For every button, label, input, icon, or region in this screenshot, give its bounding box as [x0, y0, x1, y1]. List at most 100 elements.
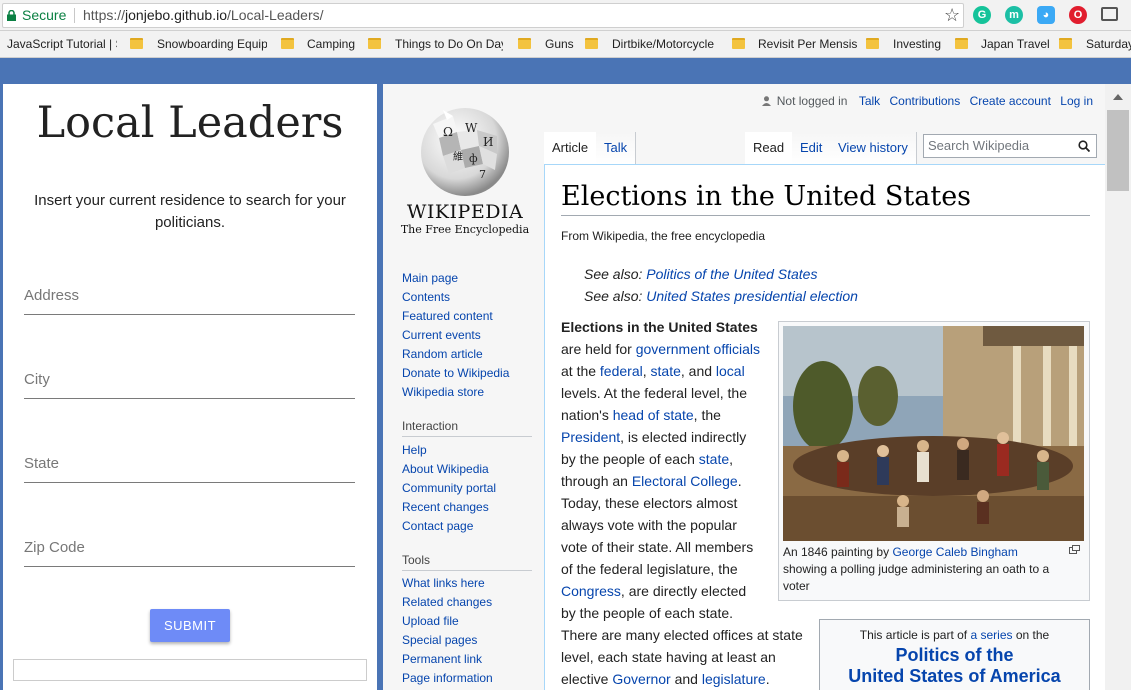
nav-wikipedia-store[interactable]: Wikipedia store: [402, 385, 484, 399]
svg-text:И: И: [483, 135, 493, 149]
grammarly-icon[interactable]: G: [973, 6, 991, 24]
wikipedia-frame: Ω W И ф 維 7 WIKIPEDIA The Free Encyclope…: [383, 84, 1131, 690]
address-bar[interactable]: Secure https://jonjebo.github.io/Local-L…: [2, 3, 964, 28]
scrollbar[interactable]: [1105, 84, 1131, 690]
create-account-link[interactable]: Create account: [970, 94, 1051, 108]
see-also-link[interactable]: United States presidential election: [646, 288, 858, 304]
nav-recent-changes[interactable]: Recent changes: [402, 500, 489, 514]
tools-related-changes[interactable]: Related changes: [402, 595, 492, 609]
city-field[interactable]: [24, 361, 355, 399]
link-congress[interactable]: Congress: [561, 583, 621, 599]
address-field[interactable]: [24, 277, 355, 315]
url-scheme: https://: [83, 7, 126, 23]
link-state[interactable]: state: [651, 363, 681, 379]
not-logged-in-label: Not logged in: [776, 94, 848, 108]
url-text[interactable]: https://jonjebo.github.io/Local-Leaders/: [83, 4, 324, 27]
nav-current-events[interactable]: Current events: [402, 328, 481, 342]
link-governor[interactable]: Governor: [612, 671, 670, 687]
nav-random-article[interactable]: Random article: [402, 347, 483, 361]
extension-ghost-icon[interactable]: ◕: [1037, 6, 1055, 24]
submit-button[interactable]: SUBMIT: [150, 609, 230, 642]
log-in-link[interactable]: Log in: [1060, 94, 1093, 108]
nav-featured-content[interactable]: Featured content: [402, 309, 493, 323]
opera-vpn-icon[interactable]: O: [1069, 6, 1087, 24]
search-input[interactable]: Search Wikipedia: [923, 134, 1097, 158]
results-box: [13, 659, 367, 681]
folder-icon: [130, 38, 143, 49]
nav-help[interactable]: Help: [402, 443, 427, 457]
bookmark-item[interactable]: Revisit Per Mensis: [758, 37, 857, 51]
scroll-up-icon[interactable]: [1113, 94, 1123, 100]
bookmark-star-icon[interactable]: ☆: [944, 4, 960, 27]
link-george-caleb-bingham[interactable]: George Caleb Bingham: [892, 545, 1017, 559]
nav-contact-page[interactable]: Contact page: [402, 519, 473, 533]
infobox-intro: This article is part of a series on the: [820, 628, 1089, 642]
extension-m-icon[interactable]: m: [1005, 6, 1023, 24]
link-politics-of-the[interactable]: Politics of the: [895, 645, 1013, 665]
link-local[interactable]: local: [716, 363, 745, 379]
svg-text:維: 維: [453, 150, 463, 163]
link-legislature[interactable]: legislature: [702, 671, 766, 687]
tab-view-history[interactable]: View history: [830, 132, 917, 164]
zip-code-field[interactable]: [24, 529, 355, 567]
tools-page-information[interactable]: Page information: [402, 671, 493, 685]
folder-icon: [1059, 38, 1072, 49]
browser-toolbar: Secure https://jonjebo.github.io/Local-L…: [0, 0, 1131, 31]
search-icon[interactable]: [1078, 140, 1090, 152]
nav-donate[interactable]: Donate to Wikipedia: [402, 366, 509, 380]
bookmark-item[interactable]: Things to Do On Day: [395, 37, 503, 51]
tab-read[interactable]: Read: [745, 132, 794, 164]
infobox-title[interactable]: Politics of the United States of America: [820, 645, 1089, 687]
scrollbar-thumb[interactable]: [1107, 110, 1129, 191]
nav-contents[interactable]: Contents: [402, 290, 450, 304]
see-also-link[interactable]: Politics of the United States: [646, 266, 817, 282]
state-field[interactable]: [24, 445, 355, 483]
link-a-series[interactable]: a series: [970, 628, 1012, 642]
local-leaders-panel: Local Leaders Insert your current reside…: [3, 84, 377, 690]
tools-what-links-here[interactable]: What links here: [402, 576, 485, 590]
interaction-heading: Interaction: [402, 419, 459, 433]
tab-talk[interactable]: Talk: [596, 132, 637, 164]
bookmark-item[interactable]: Japan Travel: [981, 37, 1050, 51]
link-federal[interactable]: federal: [600, 363, 643, 379]
bookmark-item[interactable]: Saturday: [1086, 37, 1131, 51]
nav-community-portal[interactable]: Community portal: [402, 481, 496, 495]
tab-article[interactable]: Article: [544, 132, 598, 164]
wikipedia-wordmark[interactable]: WIKIPEDIA: [383, 201, 547, 223]
folder-icon: [281, 38, 294, 49]
svg-text:7: 7: [479, 168, 486, 181]
link-government-officials[interactable]: government officials: [636, 341, 760, 357]
wikipedia-globe-icon[interactable]: Ω W И ф 維 7: [413, 102, 517, 196]
nav-main-page[interactable]: Main page: [402, 271, 458, 285]
link-state-2[interactable]: state: [699, 451, 729, 467]
cast-icon[interactable]: [1101, 7, 1118, 21]
nav-about-wikipedia[interactable]: About Wikipedia: [402, 462, 489, 476]
svg-text:W: W: [465, 121, 478, 135]
talk-link[interactable]: Talk: [859, 94, 880, 108]
url-host: jonjebo.github.io: [125, 7, 228, 23]
folder-icon: [732, 38, 745, 49]
caption-text: An 1846 painting by: [783, 545, 890, 559]
search-placeholder: Search Wikipedia: [928, 138, 1030, 153]
contributions-link[interactable]: Contributions: [890, 94, 961, 108]
tab-edit[interactable]: Edit: [792, 132, 832, 164]
link-electoral-college[interactable]: Electoral College: [632, 473, 738, 489]
link-head-of-state[interactable]: head of state: [613, 407, 694, 423]
divider: [402, 570, 532, 571]
see-also-label: See also:: [584, 288, 643, 304]
bookmark-item[interactable]: Investing: [893, 37, 941, 51]
bookmark-item[interactable]: Guns: [545, 37, 574, 51]
folder-icon: [585, 38, 598, 49]
bookmark-item[interactable]: Camping: [307, 37, 355, 51]
tools-special-pages[interactable]: Special pages: [402, 633, 477, 647]
link-united-states-of-america[interactable]: United States of America: [848, 666, 1060, 686]
tools-heading: Tools: [402, 553, 431, 567]
tools-upload-file[interactable]: Upload file: [402, 614, 459, 628]
tools-permanent-link[interactable]: Permanent link: [402, 652, 482, 666]
infobox-intro-text: on the: [1015, 628, 1050, 642]
link-president[interactable]: President: [561, 429, 620, 445]
bookmark-item[interactable]: JavaScript Tutorial | S: [7, 37, 117, 51]
painting-image[interactable]: [783, 326, 1084, 541]
bookmark-item[interactable]: Dirtbike/Motorcycle: [612, 37, 714, 51]
bookmark-item[interactable]: Snowboarding Equip: [157, 37, 267, 51]
